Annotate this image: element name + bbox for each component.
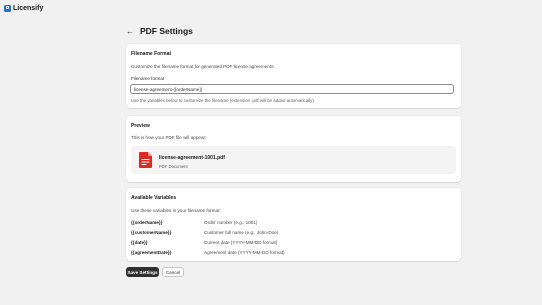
app-name: Licensify — [13, 4, 44, 12]
variable-description: Agreement date (YYYY-MM-DD format) — [204, 250, 285, 255]
variable-name: {{customerName}} — [131, 230, 172, 235]
file-name: license-agreement-1001.pdf — [159, 155, 225, 161]
save-settings-button[interactable]: Save Settings — [126, 267, 159, 277]
variable-description: Order number (e.g., 1001) — [204, 220, 258, 225]
file-preview: license-agreement-1001.pdf PDF Document — [131, 146, 456, 174]
variable-description: Current date (YYYY-MM-DD format) — [204, 240, 278, 245]
card-title: Available Variables — [131, 195, 177, 201]
back-arrow-icon[interactable]: ← — [126, 27, 134, 36]
filename-format-input[interactable] — [130, 84, 454, 94]
card-description: This is how your PDF file will appear: — [131, 135, 207, 140]
page-title: PDF Settings — [140, 26, 193, 36]
filename-help-text: Use the variables below to customize the… — [131, 98, 314, 103]
preview-card: Preview This is how your PDF file will a… — [126, 116, 461, 182]
filename-format-card: Filename Format Customize the filename f… — [126, 44, 461, 108]
variable-name: {{orderName}} — [131, 220, 163, 225]
cancel-button[interactable]: Cancel — [162, 267, 184, 277]
card-description: Customize the filename format for genera… — [131, 64, 275, 69]
top-bar: Licensify — [0, 0, 542, 16]
page-header: ← PDF Settings — [126, 26, 193, 36]
variable-description: Customer full name (e.g., John-Doe) — [204, 230, 279, 235]
pdf-file-icon — [139, 152, 152, 168]
card-title: Filename Format — [131, 51, 172, 57]
variable-name: {{date}} — [131, 240, 148, 245]
variable-name: {{agreementDate}} — [131, 250, 172, 255]
file-type: PDF Document — [159, 164, 188, 169]
card-description: Use these variables in your filename for… — [131, 208, 221, 213]
filename-field-label: Filename format — [131, 76, 165, 81]
available-variables-card: Available Variables Use these variables … — [126, 188, 461, 261]
logo-icon — [4, 4, 11, 12]
card-title: Preview — [131, 123, 150, 129]
